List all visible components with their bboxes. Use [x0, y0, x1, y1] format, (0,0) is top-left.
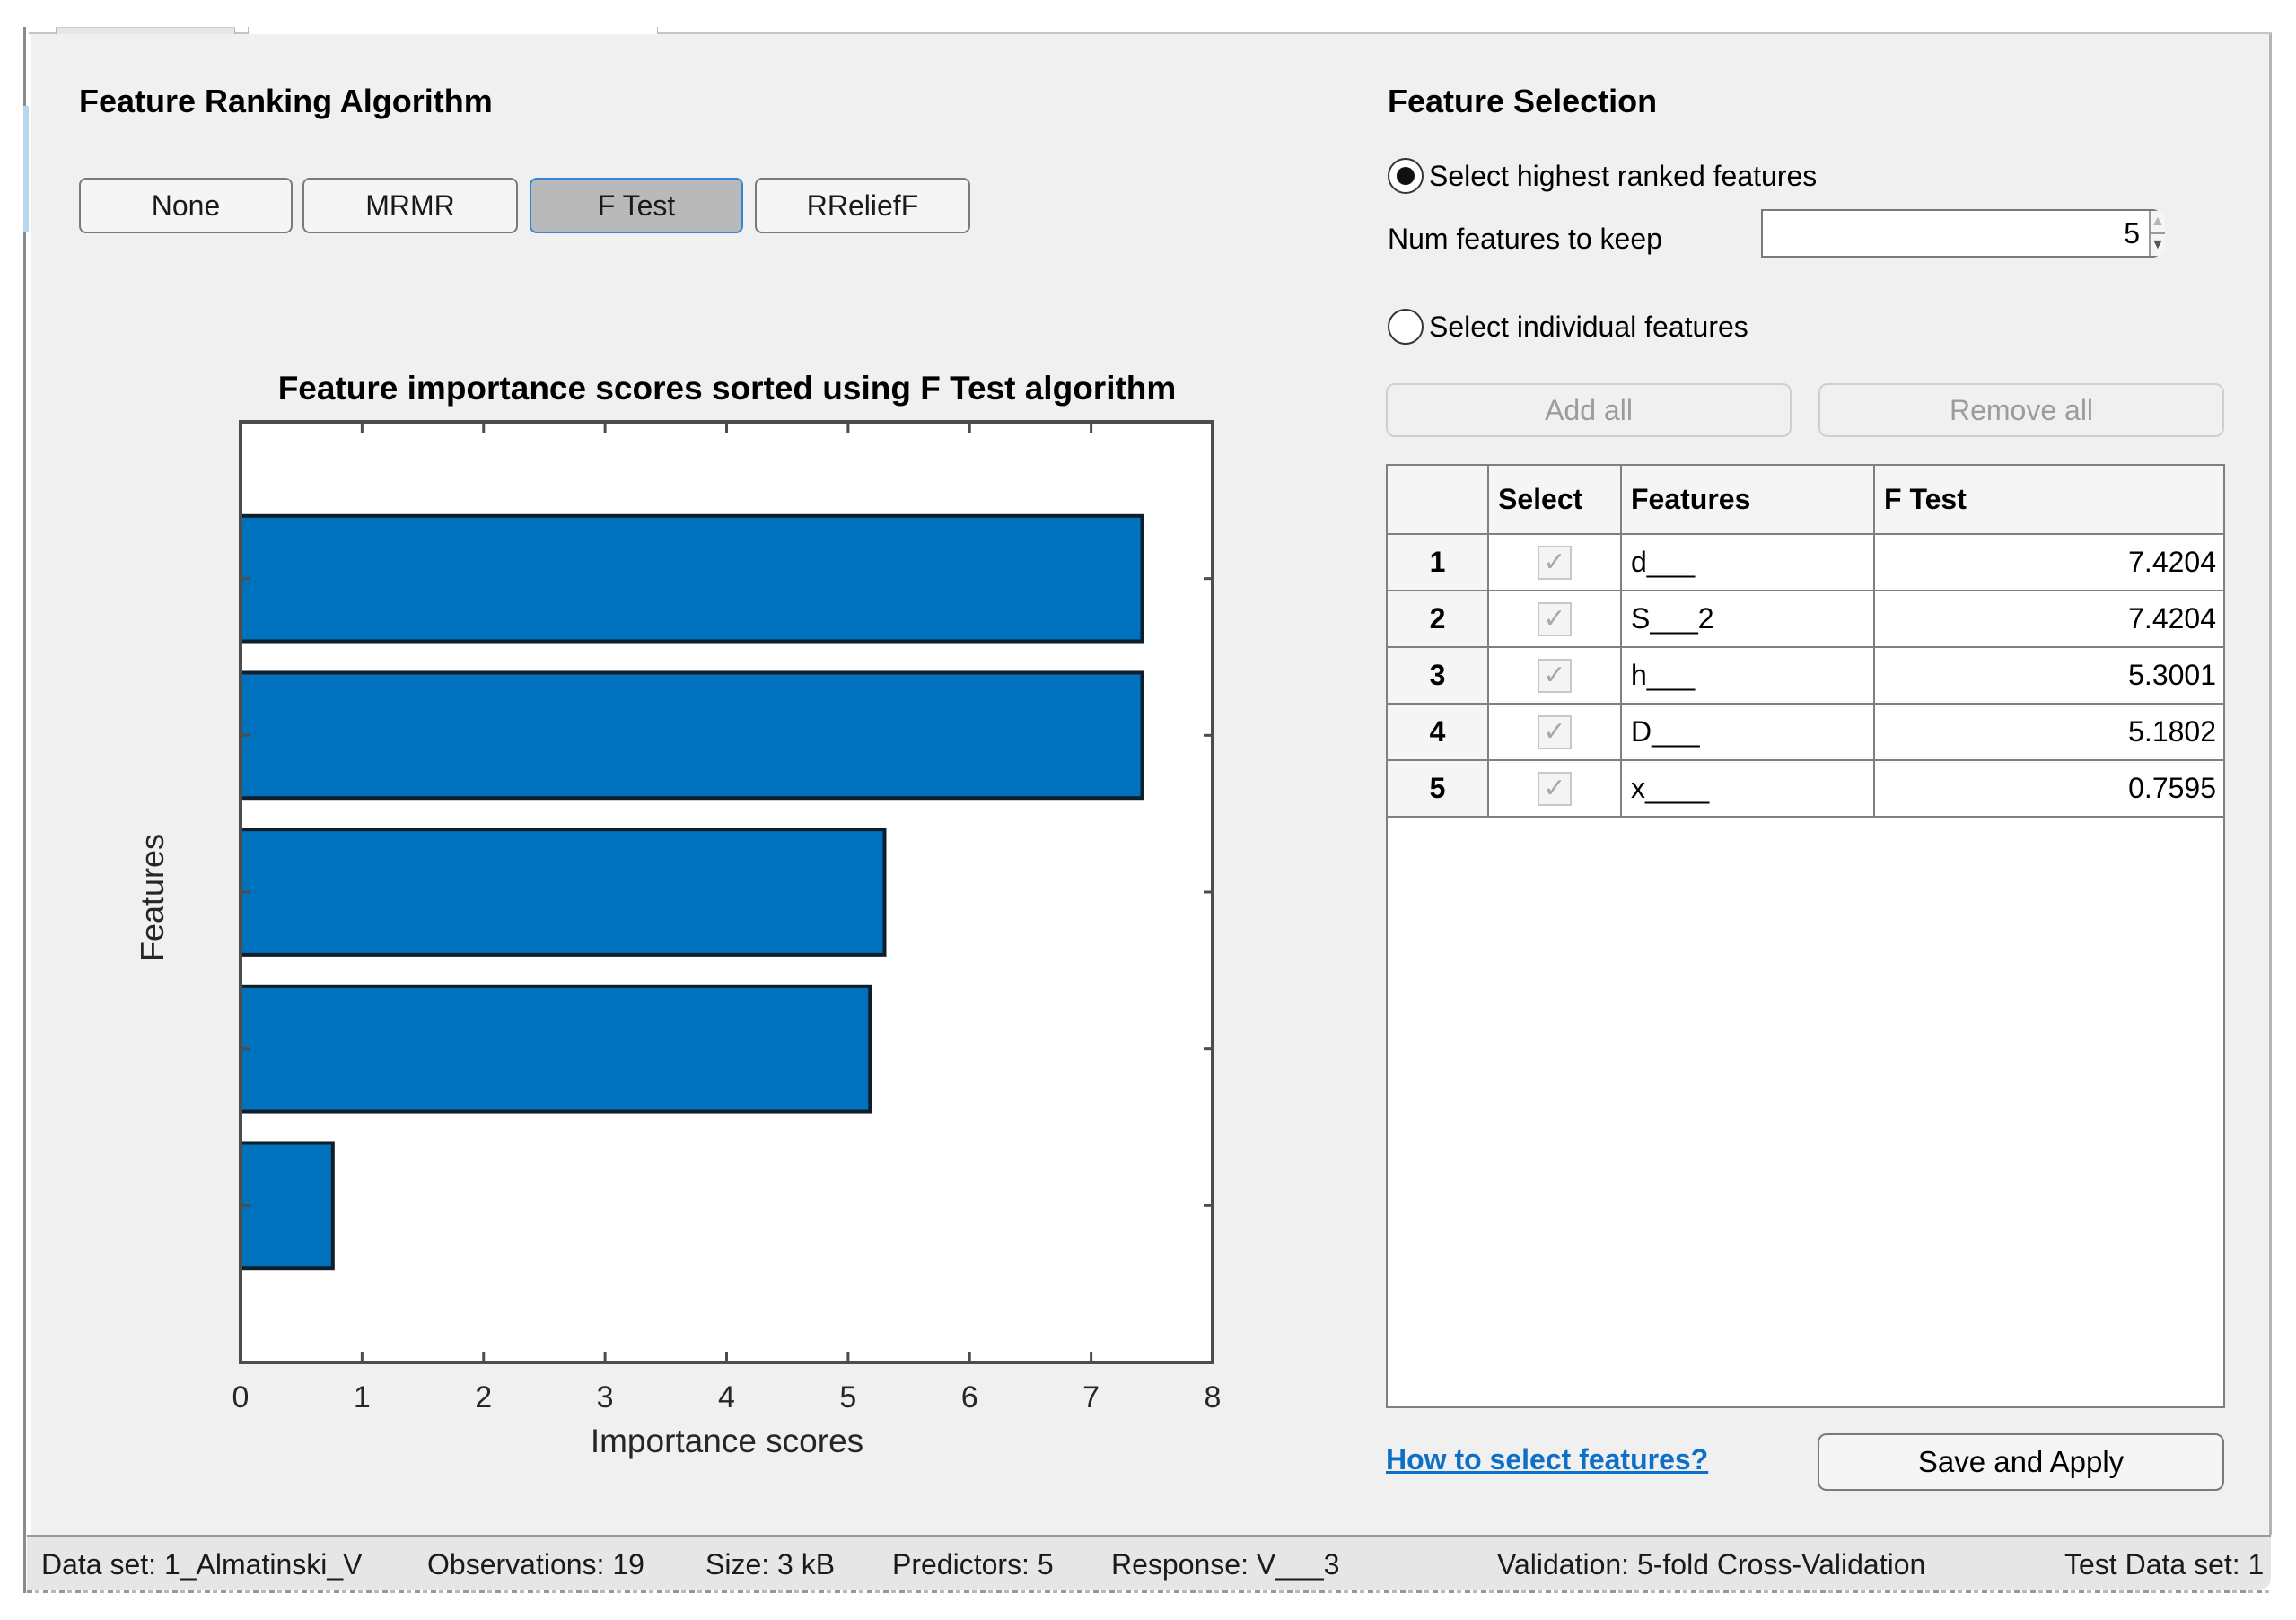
row-select-cell: ✓: [1487, 590, 1622, 648]
chart-x-tick-label: 6: [960, 1380, 978, 1414]
row-rank: 4: [1388, 703, 1489, 761]
chart-x-tick-label: 3: [596, 1380, 614, 1414]
column-header-select[interactable]: Select: [1487, 466, 1622, 535]
chart-x-tick-label: 5: [839, 1380, 857, 1414]
radio-label: Select highest ranked features: [1429, 159, 1818, 192]
status-observations: Observations: 19: [427, 1548, 644, 1581]
radio-select-individual[interactable]: Select individual features: [1388, 309, 1748, 345]
table-row[interactable]: 3 ✓ h___ 5.3001: [1388, 646, 2223, 705]
column-header-rank: [1388, 466, 1489, 535]
row-select-cell: ✓: [1487, 759, 1622, 818]
chart-title: Feature importance scores sorted using F…: [277, 370, 1177, 407]
algorithm-button-none[interactable]: None: [79, 178, 293, 233]
status-size: Size: 3 kB: [705, 1548, 836, 1581]
column-header-features[interactable]: Features: [1620, 466, 1875, 535]
checkbox-checked-icon[interactable]: ✓: [1538, 715, 1572, 750]
algorithm-section-title: Feature Ranking Algorithm: [79, 83, 493, 119]
radio-button[interactable]: [1388, 158, 1424, 194]
radio-select-highest-ranked[interactable]: Select highest ranked features: [1388, 158, 1817, 194]
status-bar: Data set: 1_Almatinski_V Observations: 1…: [27, 1535, 2271, 1590]
radio-selected-dot: [1397, 167, 1415, 185]
selection-section-title: Feature Selection: [1388, 83, 1658, 119]
row-rank: 1: [1388, 533, 1489, 591]
status-response: Response: V___3: [1111, 1548, 1340, 1581]
status-data-set: Data set: 1_Almatinski_V: [41, 1548, 363, 1581]
row-feature-name: x____: [1620, 759, 1875, 818]
num-features-input[interactable]: [1763, 211, 2149, 256]
chart-y-axis-label: Features: [134, 833, 171, 962]
num-features-spinner[interactable]: ▲ ▼: [1761, 209, 2165, 258]
chart-x-tick-label: 2: [475, 1380, 493, 1414]
num-features-label: Num features to keep: [1388, 223, 1662, 255]
table-row[interactable]: 2 ✓ S___2 7.4204: [1388, 590, 2223, 648]
row-rank: 3: [1388, 646, 1489, 705]
row-feature-name: h___: [1620, 646, 1875, 705]
row-score: 5.3001: [1873, 646, 2223, 705]
status-bar-bottom-edge: [27, 1590, 2271, 1593]
checkbox-checked-icon[interactable]: ✓: [1538, 546, 1572, 581]
status-predictors: Predictors: 5: [892, 1548, 1054, 1581]
checkbox-checked-icon[interactable]: ✓: [1538, 602, 1572, 637]
algorithm-button-mrmr[interactable]: MRMR: [302, 178, 518, 233]
chart-x-tick-label: 0: [232, 1380, 250, 1414]
row-score: 5.1802: [1873, 703, 2223, 761]
checkbox-checked-icon[interactable]: ✓: [1538, 772, 1572, 807]
chart-x-tick-label: 4: [718, 1380, 735, 1414]
tab-inactive[interactable]: [56, 27, 235, 34]
radio-button[interactable]: [1388, 309, 1424, 345]
chart-x-tick-label: 1: [353, 1380, 371, 1414]
algorithm-button-f-test[interactable]: F Test: [530, 178, 743, 233]
radio-label: Select individual features: [1429, 310, 1748, 343]
row-rank: 2: [1388, 590, 1489, 648]
row-score: 7.4204: [1873, 590, 2223, 648]
tab-strip: [0, 0, 2296, 35]
row-score: 7.4204: [1873, 533, 2223, 591]
row-score: 0.7595: [1873, 759, 2223, 818]
chart-x-tick-label: 7: [1082, 1380, 1100, 1414]
how-to-select-features-link[interactable]: How to select features?: [1386, 1443, 1708, 1476]
add-all-button[interactable]: Add all: [1386, 383, 1792, 437]
chart-x-axis-label: Importance scores: [590, 1423, 864, 1459]
row-select-cell: ✓: [1487, 533, 1622, 591]
row-feature-name: d___: [1620, 533, 1875, 591]
spinner-buttons: ▲ ▼: [2149, 211, 2165, 256]
spinner-up-icon[interactable]: ▲: [2151, 211, 2165, 234]
row-feature-name: D___: [1620, 703, 1875, 761]
table-row[interactable]: 4 ✓ D___ 5.1802: [1388, 703, 2223, 761]
checkbox-checked-icon[interactable]: ✓: [1538, 659, 1572, 694]
column-header-score[interactable]: F Test: [1873, 466, 2223, 535]
row-select-cell: ✓: [1487, 646, 1622, 705]
algorithm-button-rrelieff[interactable]: RReliefF: [755, 178, 970, 233]
table-row[interactable]: 1 ✓ d___ 7.4204: [1388, 533, 2223, 591]
spinner-down-icon[interactable]: ▼: [2151, 234, 2165, 256]
save-and-apply-button[interactable]: Save and Apply: [1818, 1433, 2224, 1491]
table-row[interactable]: 5 ✓ x____ 0.7595: [1388, 759, 2223, 818]
row-feature-name: S___2: [1620, 590, 1875, 648]
status-validation: Validation: 5-fold Cross-Validation: [1497, 1548, 1926, 1581]
table-header-row: Select Features F Test: [1388, 466, 2223, 535]
remove-all-button[interactable]: Remove all: [1818, 383, 2224, 437]
status-test-data-set: Test Data set: 1: [2064, 1548, 2265, 1581]
row-select-cell: ✓: [1487, 703, 1622, 761]
features-table: Select Features F Test 1 ✓ d___ 7.4204 2…: [1386, 464, 2225, 1408]
window-edge-highlight: [23, 106, 29, 232]
row-rank: 5: [1388, 759, 1489, 818]
chart-x-tick-label: 8: [1204, 1380, 1222, 1414]
window-edge: [23, 27, 26, 1593]
